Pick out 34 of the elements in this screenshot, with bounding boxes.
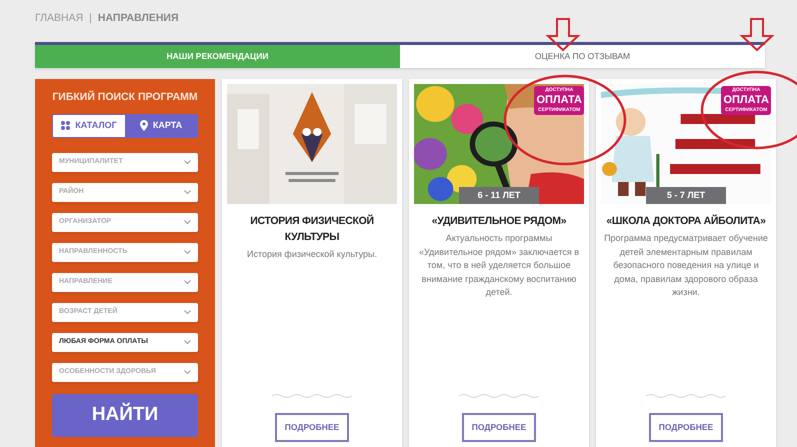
chevron-down-icon	[184, 250, 191, 254]
age-label: 5 - 7 ЛЕТ	[646, 186, 726, 204]
details-button[interactable]: ПОДРОБНЕЕ	[648, 413, 724, 442]
card-title: ИСТОРИЯ ФИЗИЧЕСКОЙ КУЛЬТУРЫ	[249, 214, 375, 245]
search-button[interactable]: НАЙТИ	[52, 394, 198, 437]
annotation-arrow	[739, 18, 775, 52]
card-description: История физической культуры.	[246, 248, 378, 261]
chevron-down-icon	[184, 160, 191, 164]
badge-text: ОПЛАТА	[723, 95, 769, 106]
details-button[interactable]: ПОДРОБНЕЕ	[462, 413, 536, 442]
badge-text: ОПЛАТА	[536, 95, 582, 106]
chevron-down-icon	[184, 280, 191, 284]
view-toggle[interactable]: КАРТА	[125, 114, 197, 137]
chevron-down-icon	[184, 370, 191, 374]
details-button[interactable]: ПОДРОБНЕЕ	[274, 413, 350, 442]
chevron-down-icon	[184, 190, 191, 194]
grid-icon	[61, 121, 70, 130]
chevron-down-icon	[184, 220, 191, 224]
tab[interactable]: НАШИ РЕКОМЕНДАЦИИ	[35, 45, 400, 68]
card-description: Актуальность программы «Удивительное рядом» заключается в том, что в ней уделяется большое внимание гражданскому воспитанию детей.	[418, 232, 580, 299]
card-title: «ШКОЛА ДОКТОРА АЙБОЛИТА»	[605, 214, 767, 229]
chevron-down-icon	[184, 310, 191, 314]
age-label: 6 - 11 ЛЕТ	[459, 186, 539, 204]
view-toggle[interactable]: КАТАЛОГ	[53, 114, 125, 137]
breadcrumb-separator: |	[89, 11, 92, 26]
breadcrumb-link[interactable]: ГЛАВНАЯ	[35, 11, 84, 27]
map-pin-icon	[140, 120, 148, 132]
card-title: «УДИВИТЕЛЬНОЕ РЯДОМ»	[430, 214, 568, 229]
annotation-arrow	[545, 18, 581, 52]
breadcrumb-link[interactable]: НАПРАВЛЕНИЯ	[98, 11, 179, 27]
chevron-down-icon	[184, 340, 191, 344]
tab[interactable]: ОЦЕНКА ПО ОТЗЫВАМ	[400, 45, 765, 68]
panel-title: ГИБКИЙ ПОИСК ПРОГРАММ	[52, 90, 198, 105]
card-description: Программа предусматривает обучение детей элементарным правилам безопасного поведения на улице и дома, правилам здорового образа жизни.	[603, 232, 769, 299]
